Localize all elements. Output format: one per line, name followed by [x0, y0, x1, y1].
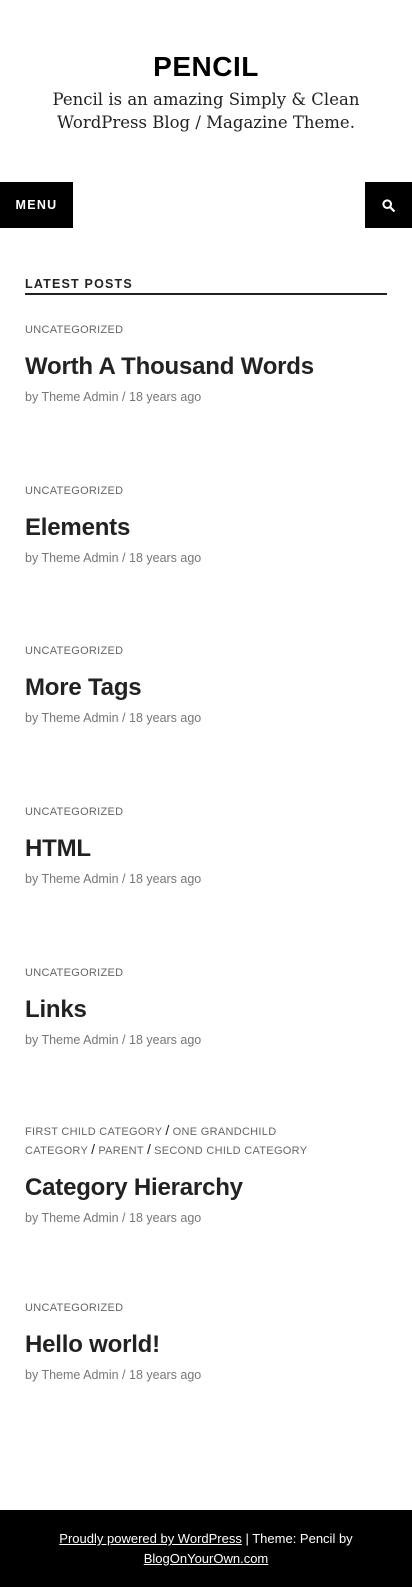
- theme-author-link[interactable]: BlogOnYourOwn.com: [144, 1551, 269, 1566]
- post-item: UNCATEGORIZED Links by Theme Admin / 18 …: [25, 965, 387, 1049]
- post-title[interactable]: Category Hierarchy: [25, 1173, 387, 1203]
- search-icon: [382, 198, 395, 212]
- menu-button[interactable]: MENU: [0, 182, 73, 228]
- site-description: Pencil is an amazing Simply & Clean Word…: [52, 90, 360, 132]
- post-meta: by Theme Admin / 18 years ago: [25, 390, 202, 404]
- post-category[interactable]: UNCATEGORIZED: [25, 804, 387, 821]
- post-item: UNCATEGORIZED Hello world! by Theme Admi…: [25, 1300, 387, 1384]
- site-header: PENCIL Pencil is an amazing Simply & Cle…: [0, 0, 412, 182]
- post-meta: by Theme Admin / 18 years ago: [25, 1368, 202, 1382]
- post-meta: by Theme Admin / 18 years ago: [25, 1033, 202, 1047]
- site-footer: Proudly powered by WordPress | Theme: Pe…: [0, 1510, 412, 1587]
- category-link[interactable]: FIRST CHILD CATEGORY: [25, 1126, 162, 1138]
- post-category[interactable]: UNCATEGORIZED: [25, 1300, 387, 1317]
- post-category[interactable]: UNCATEGORIZED: [25, 483, 387, 500]
- main-content: LATEST POSTS: [0, 276, 412, 295]
- post-title[interactable]: Worth A Thousand Words: [25, 352, 387, 382]
- post-meta: by Theme Admin / 18 years ago: [25, 1211, 202, 1225]
- post-category[interactable]: UNCATEGORIZED: [25, 322, 387, 339]
- post-categories: FIRST CHILD CATEGORY / ONE GRANDCHILD CATE…: [25, 1122, 308, 1157]
- post-category[interactable]: UNCATEGORIZED: [25, 643, 387, 660]
- post-meta: by Theme Admin / 18 years ago: [25, 872, 202, 886]
- footer-credit-text: | Theme: Pencil by: [241, 1531, 353, 1546]
- post-category[interactable]: UNCATEGORIZED: [25, 965, 387, 982]
- post-meta: by Theme Admin / 18 years ago: [25, 551, 202, 565]
- post-title[interactable]: Elements: [25, 513, 387, 543]
- post-title[interactable]: Hello world!: [25, 1330, 387, 1360]
- section-title: LATEST POSTS: [25, 276, 387, 295]
- post-item: UNCATEGORIZED More Tags by Theme Admin /…: [25, 643, 387, 727]
- post-item: UNCATEGORIZED HTML by Theme Admin / 18 y…: [25, 804, 387, 888]
- post-title[interactable]: More Tags: [25, 673, 387, 703]
- post-title[interactable]: HTML: [25, 834, 387, 864]
- category-link[interactable]: PARENT: [98, 1145, 144, 1157]
- category-link[interactable]: SECOND CHILD CATEGORY: [154, 1145, 307, 1157]
- search-button[interactable]: [365, 182, 412, 228]
- post-item: UNCATEGORIZED Elements by Theme Admin / …: [25, 483, 387, 567]
- main-navigation: MENU: [0, 182, 412, 228]
- post-title[interactable]: Links: [25, 995, 387, 1025]
- post-meta: by Theme Admin / 18 years ago: [25, 711, 202, 725]
- site-title[interactable]: PENCIL: [0, 50, 412, 84]
- post-item: FIRST CHILD CATEGORY / ONE GRANDCHILD CATE…: [25, 1122, 387, 1227]
- post-item: UNCATEGORIZED Worth A Thousand Words by …: [25, 322, 387, 406]
- wordpress-link[interactable]: Proudly powered by WordPress: [59, 1531, 242, 1546]
